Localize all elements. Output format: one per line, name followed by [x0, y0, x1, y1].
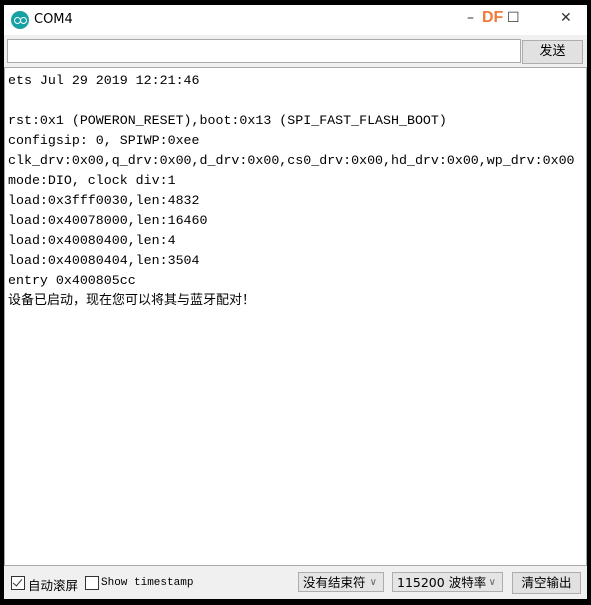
- output-line: mode:DIO, clock div:1: [8, 173, 176, 188]
- timestamp-label: Show timestamp: [101, 577, 194, 589]
- line-ending-value: 没有结束符: [303, 575, 366, 590]
- chevron-down-icon: ∨: [369, 577, 377, 588]
- output-line: load:0x3fff0030,len:4832: [8, 193, 200, 208]
- baud-rate-select[interactable]: 115200 波特率 ∨: [392, 572, 503, 592]
- minimize-icon[interactable]: –: [467, 10, 474, 26]
- window-title: COM4: [34, 12, 73, 27]
- output-line: load:0x40078000,len:16460: [8, 213, 208, 228]
- output-line: 设备已启动，现在您可以将其与蓝牙配对！: [8, 293, 256, 308]
- chevron-down-icon: ∨: [488, 577, 496, 588]
- serial-output[interactable]: ets Jul 29 2019 12:21:46 rst:0x1 (POWERO…: [4, 67, 587, 566]
- output-line: load:0x40080404,len:3504: [8, 253, 200, 268]
- send-input[interactable]: [7, 39, 521, 63]
- autoscroll-checkbox[interactable]: [11, 576, 25, 590]
- timestamp-checkbox[interactable]: [85, 576, 99, 590]
- arduino-logo-icon: [11, 11, 29, 29]
- output-line: configsip: 0, SPIWP:0xee: [8, 133, 200, 148]
- df-watermark: DF: [482, 9, 504, 26]
- footer-bar: 自动滚屏 Show timestamp 没有结束符 ∨ 115200 波特率 ∨…: [4, 567, 587, 599]
- baud-rate-value: 115200 波特率: [397, 575, 487, 590]
- output-line: clk_drv:0x00,q_drv:0x00,d_drv:0x00,cs0_d…: [8, 153, 575, 168]
- close-icon[interactable]: ✕: [560, 10, 572, 26]
- output-line: entry 0x400805cc: [8, 273, 136, 288]
- output-line: ets Jul 29 2019 12:21:46: [8, 73, 200, 88]
- output-line: rst:0x1 (POWERON_RESET),boot:0x13 (SPI_F…: [8, 113, 447, 128]
- autoscroll-label: 自动滚屏: [28, 578, 79, 593]
- output-line: load:0x40080400,len:4: [8, 233, 176, 248]
- maximize-icon[interactable]: ☐: [507, 10, 520, 26]
- line-ending-select[interactable]: 没有结束符 ∨: [298, 572, 384, 592]
- serial-monitor-window: COM4 – DF ☐ ✕ 发送 ets Jul 29 2019 12:21:4…: [4, 5, 587, 599]
- send-button[interactable]: 发送: [522, 40, 583, 64]
- title-bar: COM4 – DF ☐ ✕: [4, 5, 587, 35]
- clear-output-button[interactable]: 清空输出: [512, 572, 581, 594]
- output-text: ets Jul 29 2019 12:21:46 rst:0x1 (POWERO…: [8, 71, 575, 311]
